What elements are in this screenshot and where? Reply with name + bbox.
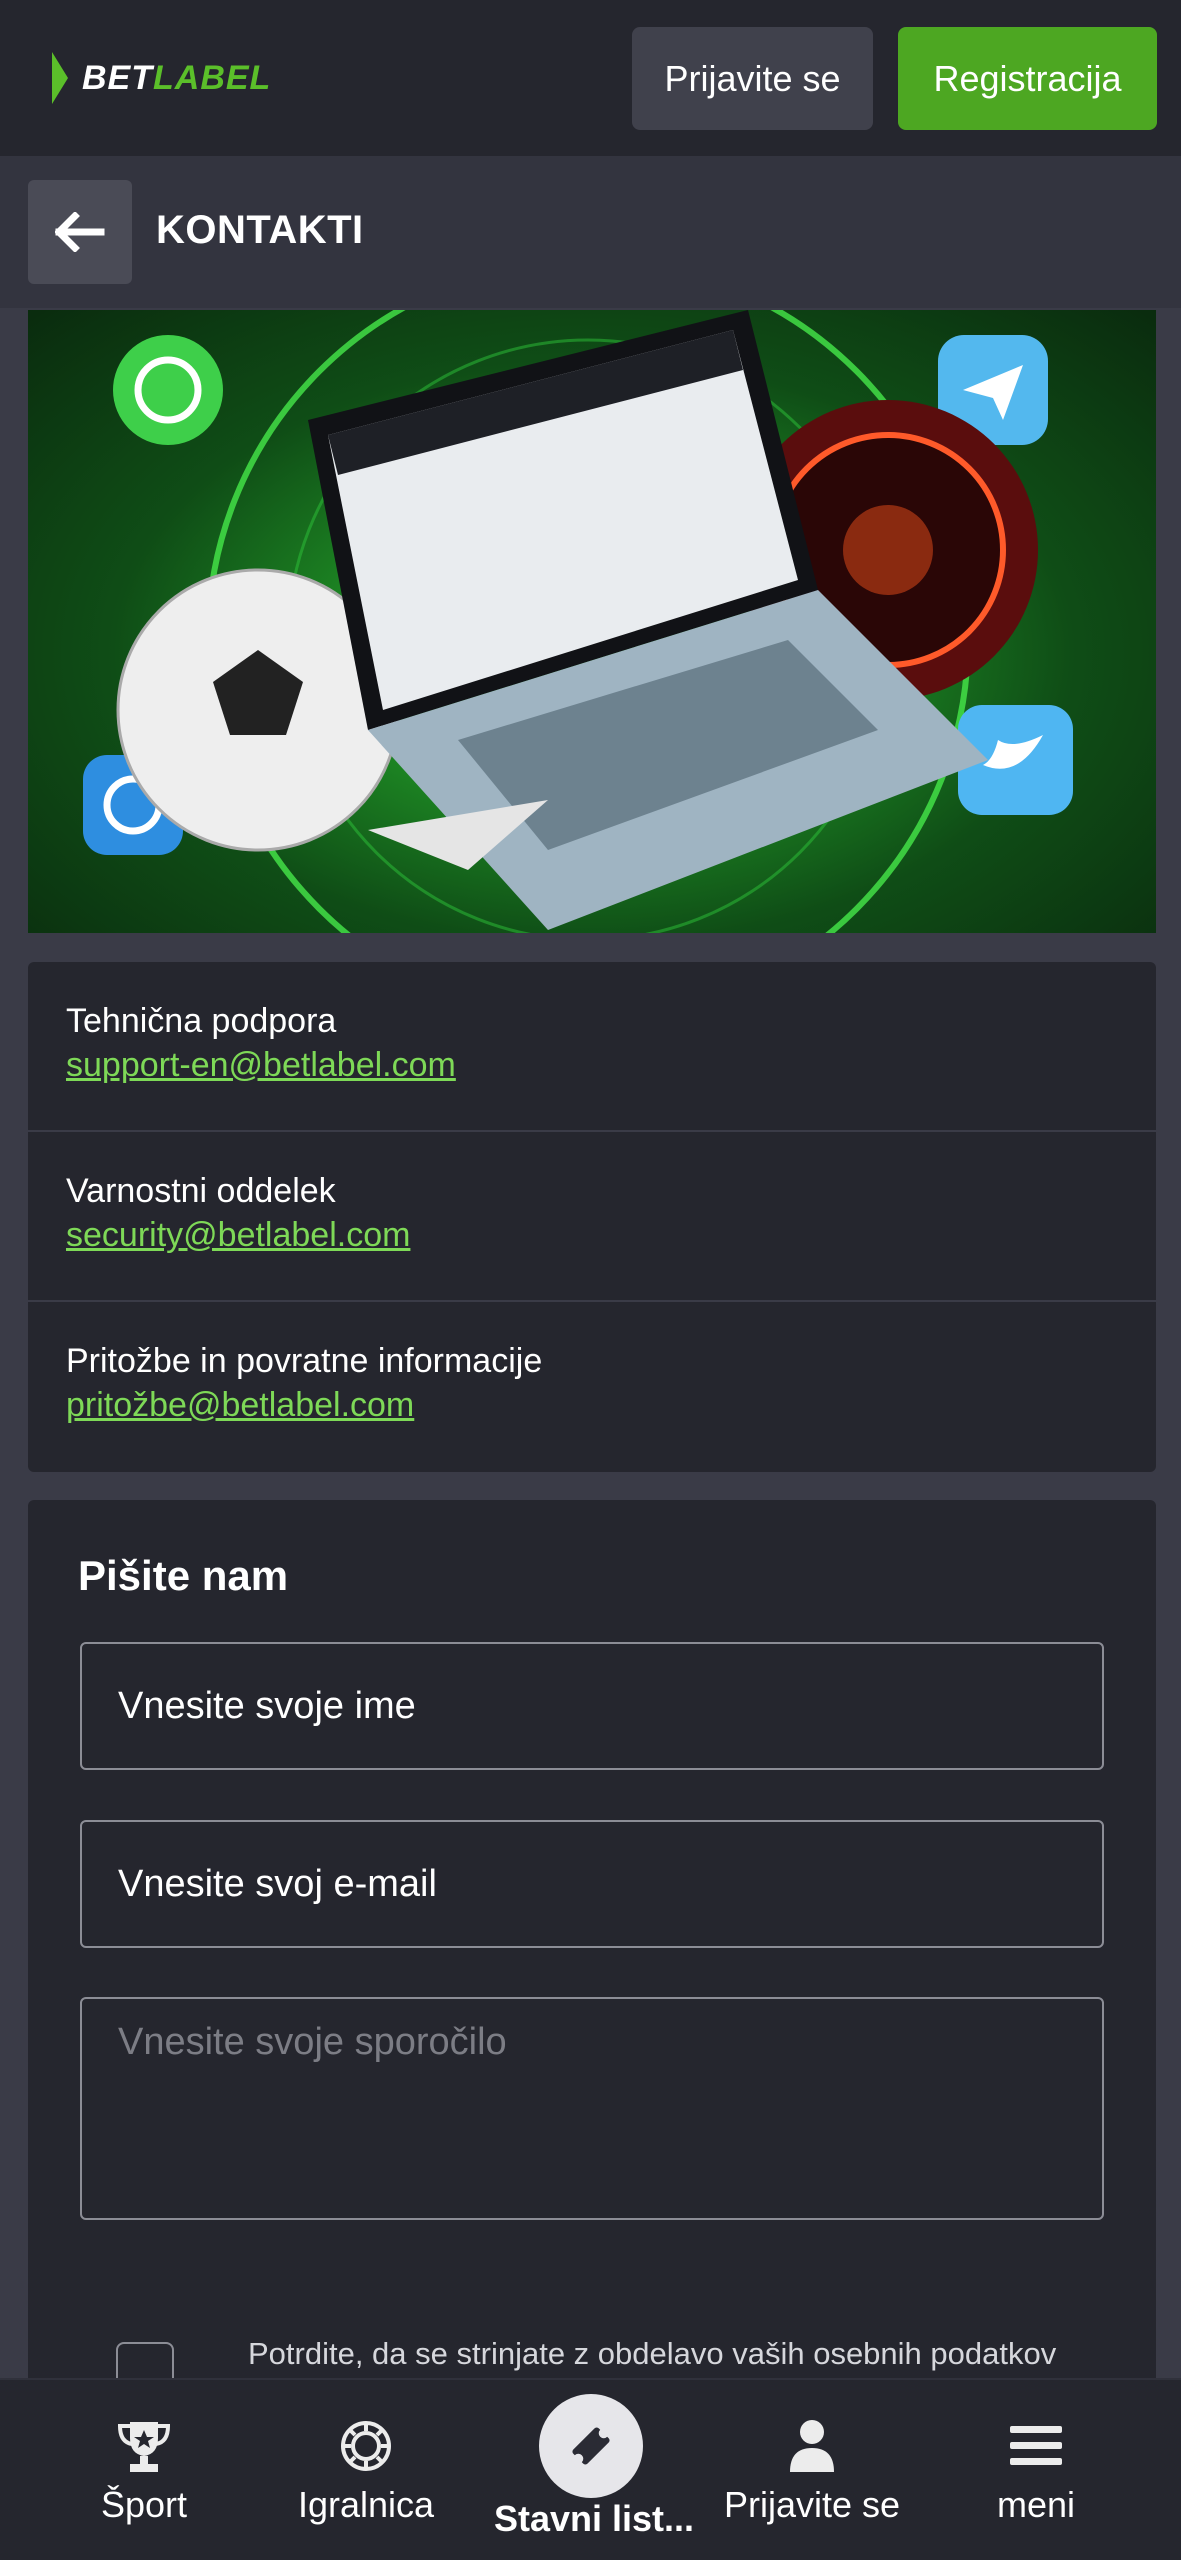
name-input[interactable] xyxy=(80,1642,1104,1770)
consent-text: Potrdite, da se strinjate z obdelavo vaš… xyxy=(248,2336,1057,2371)
contact-banner-image xyxy=(28,310,1156,933)
arrow-left-icon xyxy=(55,212,105,252)
top-bar: BETLABEL Prijavite se Registracija xyxy=(0,0,1181,156)
page-title: KONTAKTI xyxy=(156,208,364,252)
nav-label: Šport xyxy=(100,2484,188,2525)
register-button[interactable]: Registracija xyxy=(898,27,1157,130)
login-button[interactable]: Prijavite se xyxy=(632,27,873,130)
contact-security: Varnostni oddelek security@betlabel.com xyxy=(28,1132,1156,1302)
whatsapp-icon xyxy=(113,335,223,445)
nav-item-casino[interactable]: Igralnica xyxy=(266,2380,466,2560)
nav-item-menu[interactable]: meni xyxy=(936,2380,1136,2560)
page-title-bar: KONTAKTI xyxy=(0,156,1181,308)
email-input[interactable] xyxy=(80,1820,1104,1948)
contact-email-link[interactable]: support-en@betlabel.com xyxy=(66,1046,456,1085)
bottom-navigation: Šport Igralnica Stavni list... Prijavite… xyxy=(0,2378,1181,2560)
back-button[interactable] xyxy=(28,180,132,284)
user-icon xyxy=(786,2418,838,2474)
form-title: Pišite nam xyxy=(78,1552,289,1599)
nav-item-sport[interactable]: Šport xyxy=(44,2380,244,2560)
casino-chip-icon xyxy=(340,2418,392,2474)
betlabel-logo[interactable]: BETLABEL xyxy=(52,52,271,104)
contact-email-link[interactable]: pritožbe@betlabel.com xyxy=(66,1386,414,1425)
nav-item-login[interactable]: Prijavite se xyxy=(712,2380,912,2560)
contact-label: Pritožbe in povratne informacije xyxy=(66,1342,543,1380)
trophy-icon xyxy=(116,2418,172,2474)
contact-label: Tehnična podpora xyxy=(66,1002,337,1040)
contact-technical-support: Tehnična podpora support-en@betlabel.com xyxy=(28,962,1156,1132)
ticket-icon xyxy=(539,2394,643,2498)
menu-icon xyxy=(1008,2418,1064,2474)
nav-label: meni xyxy=(996,2484,1076,2525)
contact-complaints: Pritožbe in povratne informacije pritožb… xyxy=(28,1302,1156,1472)
contacts-list: Tehnična podpora support-en@betlabel.com… xyxy=(28,962,1156,1472)
nav-label: Prijavite se xyxy=(723,2484,901,2525)
nav-label: Stavni list... xyxy=(493,2498,695,2539)
contact-email-link[interactable]: security@betlabel.com xyxy=(66,1216,410,1255)
message-textarea[interactable] xyxy=(80,1997,1104,2220)
contact-label: Varnostni oddelek xyxy=(66,1172,336,1210)
logo-text: BETLABEL xyxy=(82,58,272,97)
logo-mark-icon xyxy=(52,52,68,104)
nav-label: Igralnica xyxy=(297,2484,435,2525)
nav-item-betslip[interactable]: Stavni list... xyxy=(484,2380,704,2560)
